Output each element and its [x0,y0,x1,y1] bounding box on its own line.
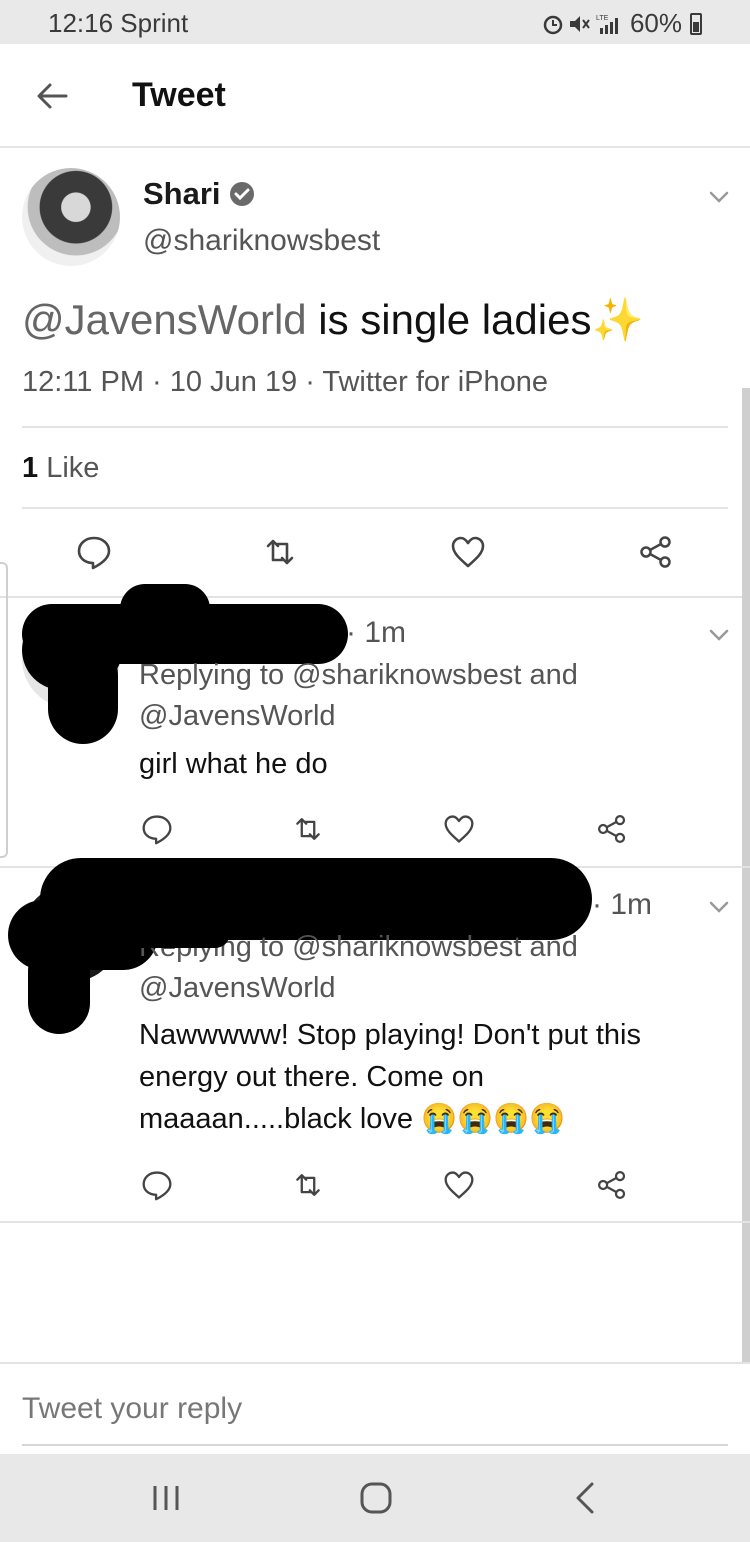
author-name: Shari [143,176,221,211]
divider [0,596,750,598]
reply-text: girl what he do [139,743,328,785]
input-underline [22,1444,728,1446]
author-name-row[interactable]: Shari [143,176,255,212]
retweet-icon[interactable] [262,534,298,570]
redaction-mark [48,640,118,744]
sparkles-emoji: ✨ [591,296,644,343]
page-title: Tweet [132,76,226,114]
status-time: 12:16 Sprint [48,8,189,38]
divider [0,1221,750,1223]
tweet-meta: 12:11 PM · 10 Jun 19 · Twitter for iPhon… [22,366,549,398]
status-right: LTE 60% [542,8,702,39]
battery-icon [690,12,702,35]
replying-to: Replying to @shariknowsbest and @JavensW… [139,655,578,737]
status-icons: LTE [542,13,622,35]
chevron-down-icon[interactable] [706,184,732,210]
share-icon[interactable] [596,813,628,845]
redaction-mark [120,584,210,634]
likes-label: Like [46,452,100,484]
like-icon[interactable] [443,813,475,845]
battery-percent: 60% [629,8,682,38]
tweet-text: @JavensWorld is single ladies✨ [22,296,644,345]
redaction-mark [110,918,230,948]
status-bar: 12:16 Sprint LTE 60% [0,0,750,44]
replying-to-mention[interactable]: @JavensWorld [139,968,578,1009]
author-avatar[interactable] [22,168,120,266]
reply-icon[interactable] [76,534,112,570]
top-app-bar: Tweet [0,44,750,148]
reply-text-line: maaaan.....black love 😭😭😭😭 [139,1103,566,1135]
tweet-body: is single ladies [306,296,592,343]
reply-time: · 1m [346,616,406,649]
lte-signal-icon: LTE [596,15,618,34]
reply-text-line: energy out there. Come on [139,1061,484,1093]
verified-badge-icon [229,182,254,206]
back-nav-icon[interactable] [566,1478,606,1518]
divider [22,507,728,509]
system-nav-bar [0,1454,750,1542]
reply-text: Nawwwww! Stop playing! Don't put this en… [139,1014,641,1140]
reply-text-line: girl what he do [139,748,328,780]
retweet-icon[interactable] [292,1169,324,1201]
reply-icon[interactable] [141,813,173,845]
share-icon[interactable] [596,1169,628,1201]
replying-to-line: Replying to @shariknowsbest and [139,659,578,691]
left-edge-handle [0,562,8,858]
likes-count-row[interactable]: 1 Like [22,452,99,485]
recent-apps-icon[interactable] [146,1478,186,1518]
svg-text:LTE: LTE [596,15,609,22]
author-handle[interactable]: @shariknowsbest [143,224,380,258]
reply-input[interactable] [22,1392,722,1426]
share-icon[interactable] [638,534,674,570]
mute-icon [569,15,590,32]
reply-icon[interactable] [141,1169,173,1201]
reply-composer [0,1362,750,1454]
chevron-down-icon[interactable] [706,894,732,920]
like-icon[interactable] [443,1169,475,1201]
reply-time: · 1m [592,888,652,921]
tweet-mention-link[interactable]: @JavensWorld [22,296,307,343]
chevron-down-icon[interactable] [706,622,732,648]
likes-count: 1 [22,452,39,484]
scrollbar[interactable] [742,388,750,1363]
replying-to-mention[interactable]: @JavensWorld [139,696,578,737]
reply-text-line: Nawwwww! Stop playing! Don't put this [139,1019,641,1051]
divider [22,426,728,428]
redaction-mark [28,940,90,1034]
retweet-icon[interactable] [292,813,324,845]
alarm-icon [543,15,563,34]
arrow-left-icon[interactable] [32,76,72,116]
home-icon[interactable] [356,1478,396,1518]
like-icon[interactable] [450,534,486,570]
